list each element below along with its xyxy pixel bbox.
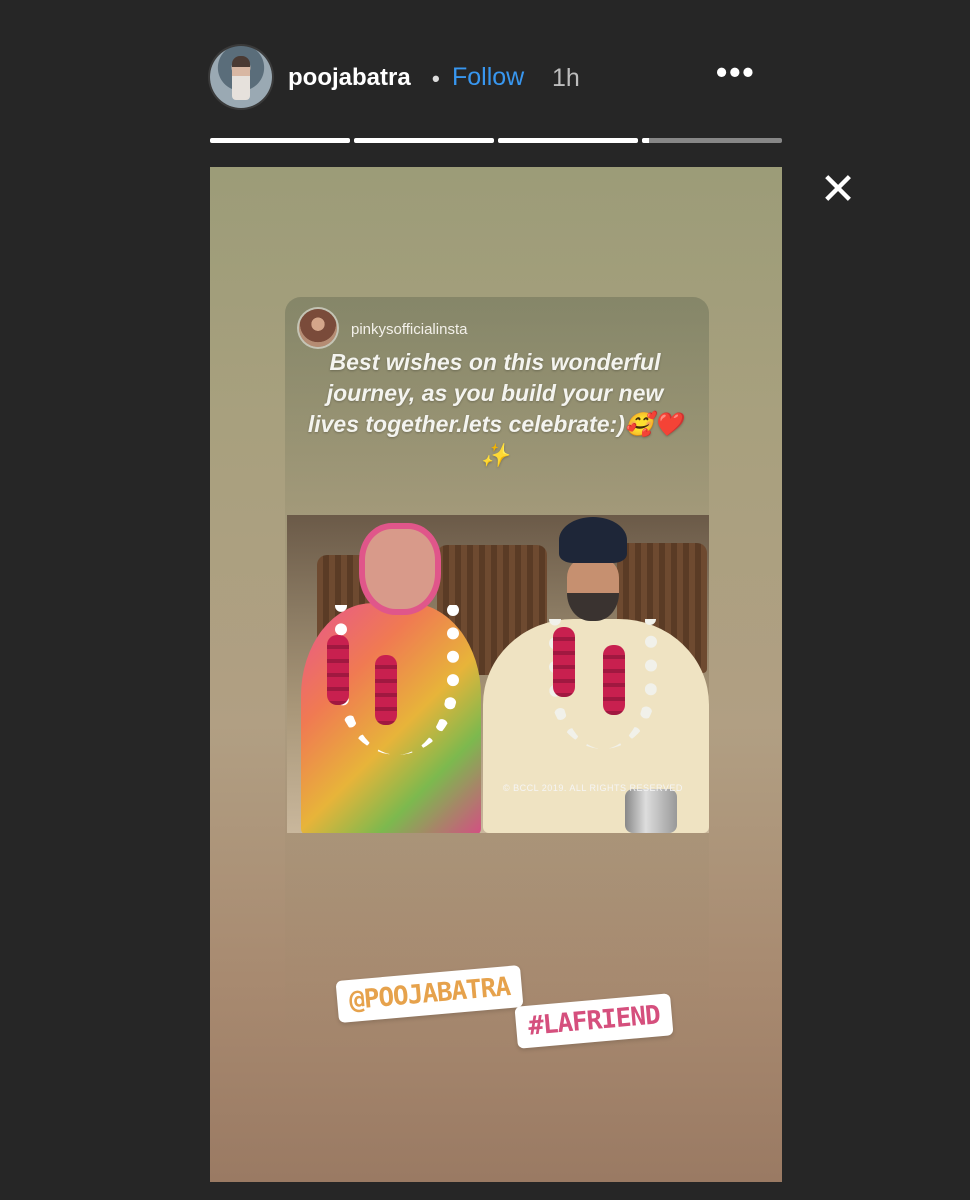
close-icon[interactable]: ✕ [818,168,858,212]
original-poster-username: pinkysofficialinsta [351,321,468,338]
username-link[interactable]: poojabatra [288,64,411,92]
photo-watermark: © BCCL 2019. ALL RIGHTS RESERVED [503,783,683,793]
shared-post-card[interactable]: pinkysofficialinsta Best wishes on this … [285,297,709,1049]
separator-dot: • [432,66,440,91]
progress-segment [642,138,782,143]
original-poster-avatar [299,309,337,347]
progress-segment [210,138,350,143]
profile-avatar[interactable] [210,46,272,108]
post-time: 1h [552,64,580,92]
story-caption: Best wishes on this wonderful journey, a… [307,349,683,468]
story-content[interactable]: pinkysofficialinsta Best wishes on this … [210,167,782,1182]
story-progress-bar [210,138,782,143]
progress-segment [354,138,494,143]
hashtag-sticker[interactable]: #LAFRIEND [514,993,674,1049]
wedding-photo: © BCCL 2019. ALL RIGHTS RESERVED [287,515,709,833]
mention-sticker[interactable]: @POOJABATRA [335,965,524,1023]
progress-segment [498,138,638,143]
story-header: poojabatra • Follow 1h ••• [210,42,782,112]
follow-button[interactable]: Follow [452,63,524,92]
more-options-icon[interactable]: ••• [716,54,756,91]
